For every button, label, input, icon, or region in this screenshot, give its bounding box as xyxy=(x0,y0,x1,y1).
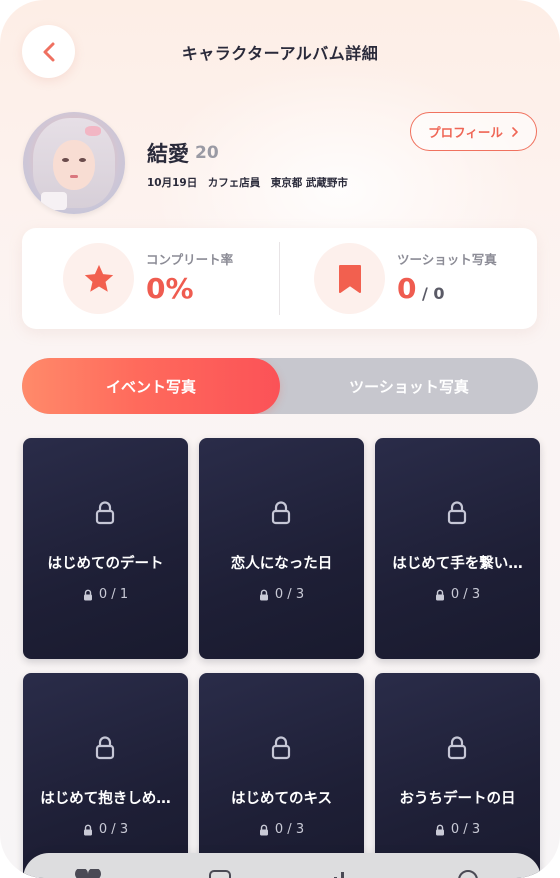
two-shot-stat-total: / 0 xyxy=(422,284,445,303)
album-title: はじめて手を繋い… xyxy=(392,556,523,572)
chat-nav-icon[interactable] xyxy=(208,869,232,878)
album-title: はじめてのキス xyxy=(230,791,333,807)
album-count: 0 / 3 xyxy=(375,587,540,602)
two-shot-stat-icon-bg xyxy=(314,243,385,314)
bookmark-icon xyxy=(338,264,361,293)
small-lock-icon xyxy=(259,589,268,600)
album-title: おうちデートの日 xyxy=(399,791,516,807)
album-count-text: 0 / 3 xyxy=(450,822,481,837)
star-icon xyxy=(84,264,113,292)
album-card[interactable]: はじめて手を繋い… 0 / 3 xyxy=(375,438,540,659)
chevron-right-icon xyxy=(512,126,518,137)
two-shot-stat-value: 0 xyxy=(397,272,417,305)
avatar-cup xyxy=(41,192,67,210)
avatar-eye-right xyxy=(79,158,86,162)
album-title: はじめて抱きしめ… xyxy=(40,791,171,807)
album-count: 0 / 3 xyxy=(23,822,188,837)
small-lock-icon xyxy=(435,824,444,835)
album-count-text: 0 / 3 xyxy=(98,822,129,837)
lock-icon xyxy=(447,501,467,525)
album-detail-screen: キャラクターアルバム詳細 結愛 20 10月19日 カフェ店員 東京都 武蔵野市… xyxy=(0,0,560,878)
album-card[interactable]: はじめて抱きしめ… 0 / 3 xyxy=(23,673,188,878)
album-card[interactable]: はじめてのデート 0 / 1 xyxy=(23,438,188,659)
tab-two-shot-photos[interactable]: ツーショット写真 xyxy=(280,358,538,414)
album-title: はじめてのデート xyxy=(47,556,164,572)
album-count: 0 / 3 xyxy=(199,822,364,837)
character-age: 20 xyxy=(195,143,219,163)
album-count-text: 0 / 3 xyxy=(274,587,305,602)
small-lock-icon xyxy=(435,589,444,600)
album-count: 0 / 1 xyxy=(23,587,188,602)
profile-button-label: プロフィール xyxy=(428,125,503,140)
album-card[interactable]: はじめてのキス 0 / 3 xyxy=(199,673,364,878)
lock-icon xyxy=(271,501,291,525)
photo-type-tabs: ツーショット写真 イベント写真 xyxy=(22,358,538,414)
album-card[interactable]: 恋人になった日 0 / 3 xyxy=(199,438,364,659)
avatar-mouth xyxy=(70,175,78,178)
completion-stat-label: コンプリート率 xyxy=(146,252,234,267)
profile-nav-icon[interactable] xyxy=(455,869,481,878)
character-meta: 10月19日 カフェ店員 東京都 武蔵野市 xyxy=(147,177,348,189)
character-avatar[interactable] xyxy=(23,112,125,214)
lock-icon xyxy=(95,736,115,760)
completion-stat-value: 0% xyxy=(146,272,194,305)
small-lock-icon xyxy=(83,824,92,835)
lock-icon xyxy=(447,736,467,760)
heart-nav-icon[interactable] xyxy=(73,869,103,878)
profile-button[interactable]: プロフィール xyxy=(410,112,537,151)
album-count: 0 / 3 xyxy=(199,587,364,602)
album-count-text: 0 / 3 xyxy=(274,822,305,837)
two-shot-stat-label: ツーショット写真 xyxy=(397,252,497,267)
small-lock-icon xyxy=(259,824,268,835)
album-count: 0 / 3 xyxy=(375,822,540,837)
bar-nav-icon[interactable] xyxy=(328,869,358,878)
album-title: 恋人になった日 xyxy=(230,556,333,572)
avatar-face xyxy=(53,140,95,190)
character-name: 結愛 xyxy=(147,142,189,166)
tab-event-photos[interactable]: イベント写真 xyxy=(22,358,280,414)
lock-icon xyxy=(95,501,115,525)
small-lock-icon xyxy=(83,589,92,600)
stats-card: コンプリート率 0% ツーショット写真 0 / 0 xyxy=(22,228,537,329)
avatar-eye-left xyxy=(62,158,69,162)
album-card[interactable]: おうちデートの日 0 / 3 xyxy=(375,673,540,878)
lock-icon xyxy=(271,736,291,760)
completion-stat-icon-bg xyxy=(63,243,134,314)
bottom-navigation xyxy=(23,853,541,878)
page-title: キャラクターアルバム詳細 xyxy=(181,44,379,63)
avatar-hair-bow xyxy=(85,126,101,136)
stats-divider xyxy=(279,242,280,315)
album-count-text: 0 / 3 xyxy=(450,587,481,602)
album-count-text: 0 / 1 xyxy=(98,587,129,602)
